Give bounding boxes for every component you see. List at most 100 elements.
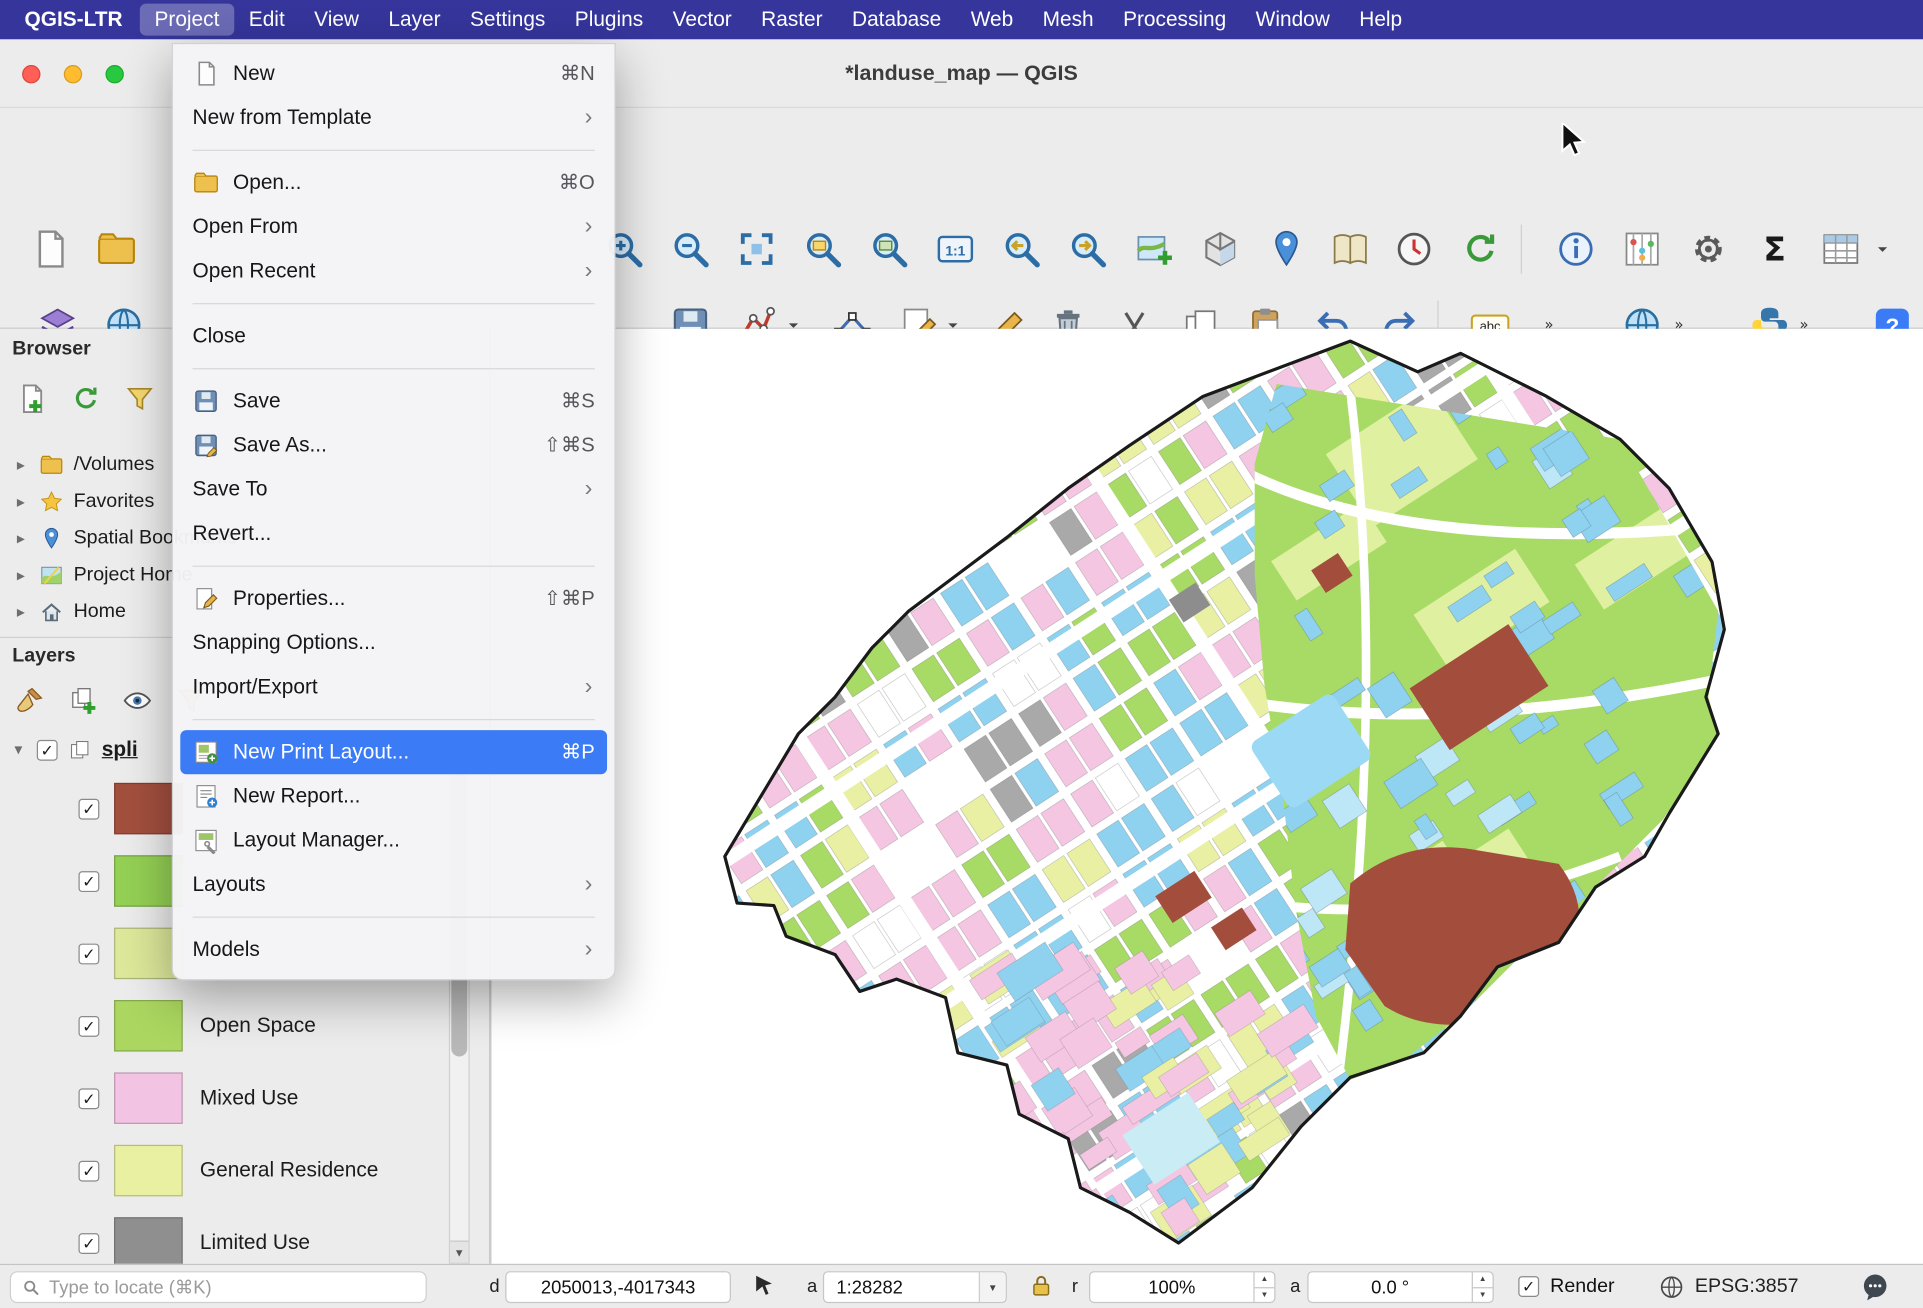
add-browser-connection-button[interactable] xyxy=(10,378,54,420)
zoom-native-resolution-button[interactable] xyxy=(927,221,983,277)
menu-item-new[interactable]: New⌘N xyxy=(180,52,607,96)
map-canvas[interactable] xyxy=(492,329,1923,1264)
menu-item-save[interactable]: Save⌘S xyxy=(180,379,607,423)
submenu-arrow-icon: › xyxy=(585,104,593,131)
new-spatial-bookmark-button[interactable] xyxy=(1258,221,1314,277)
floppy-as-icon xyxy=(193,431,222,460)
extents-tracking-icon[interactable] xyxy=(751,1272,778,1304)
browser-item-label: Favorites xyxy=(74,491,155,513)
open-layer-styling-button[interactable] xyxy=(7,680,51,722)
show-summary-sigma-button[interactable] xyxy=(1746,221,1802,277)
refresh-map-button[interactable] xyxy=(1452,221,1508,277)
menu-item-save-as[interactable]: Save As...⇧⌘S xyxy=(180,423,607,467)
messages-icon[interactable] xyxy=(1859,1271,1891,1308)
menu-item-models[interactable]: Models› xyxy=(180,928,607,972)
menu-project[interactable]: Project xyxy=(140,4,234,36)
menu-layer[interactable]: Layer xyxy=(374,4,456,36)
show-bookmarks-icon xyxy=(1329,228,1371,270)
menu-window[interactable]: Window xyxy=(1241,4,1345,36)
menu-database[interactable]: Database xyxy=(837,4,956,36)
manage-map-themes-button[interactable] xyxy=(115,680,159,722)
filter-browser-button[interactable] xyxy=(118,378,162,420)
expand-arrow-icon[interactable]: ▸ xyxy=(12,455,29,475)
options-button[interactable] xyxy=(1680,221,1736,277)
legend-checkbox[interactable]: ✓ xyxy=(78,1233,99,1254)
expand-arrow-icon[interactable]: ▸ xyxy=(12,529,29,549)
expand-arrow-icon[interactable]: ▸ xyxy=(12,492,29,512)
scrollbar-down-button[interactable]: ▼ xyxy=(450,1241,468,1263)
zoom-to-selection-button[interactable] xyxy=(795,221,851,277)
magnifier-input[interactable]: 100% ▲▼ xyxy=(1089,1271,1275,1303)
new-map-view-button[interactable] xyxy=(1126,221,1182,277)
magnifier-label: r xyxy=(1072,1276,1078,1297)
menu-vector[interactable]: Vector xyxy=(658,4,747,36)
crs-globe-icon[interactable] xyxy=(1658,1274,1685,1306)
stepper-buttons[interactable]: ▲▼ xyxy=(1253,1272,1274,1301)
landuse-map-image xyxy=(492,329,1923,1264)
menu-item-open[interactable]: Open...⌘O xyxy=(180,161,607,205)
legend-color-swatch xyxy=(114,1145,183,1197)
zoom-out-button[interactable] xyxy=(662,221,718,277)
menu-help[interactable]: Help xyxy=(1345,4,1417,36)
zoom-next-button[interactable] xyxy=(1060,221,1116,277)
refresh-browser-button[interactable] xyxy=(64,378,108,420)
attribute-table-dropdown-button[interactable] xyxy=(1869,221,1896,277)
app-menu[interactable]: QGIS-LTR xyxy=(10,4,137,36)
stepper-buttons[interactable]: ▲▼ xyxy=(1472,1272,1493,1301)
expand-arrow-icon[interactable]: ▾ xyxy=(10,740,27,760)
legend-checkbox[interactable]: ✓ xyxy=(78,943,99,964)
legend-checkbox[interactable]: ✓ xyxy=(78,871,99,892)
legend-checkbox[interactable]: ✓ xyxy=(78,1160,99,1181)
open-project-button[interactable] xyxy=(88,221,144,277)
scale-combobox[interactable]: 1:28282 ▼ xyxy=(823,1271,1007,1303)
menu-settings[interactable]: Settings xyxy=(455,4,560,36)
menu-item-shortcut: ⇧⌘P xyxy=(544,587,595,612)
menu-item-properties[interactable]: Properties...⇧⌘P xyxy=(180,577,607,621)
statistical-summary-button[interactable] xyxy=(1614,221,1670,277)
menu-view[interactable]: View xyxy=(299,4,373,36)
zoom-last-button[interactable] xyxy=(993,221,1049,277)
open-attribute-table-button[interactable] xyxy=(1813,221,1869,277)
menu-edit[interactable]: Edit xyxy=(234,4,299,36)
menu-item-close[interactable]: Close xyxy=(180,314,607,358)
legend-checkbox[interactable]: ✓ xyxy=(78,1015,99,1036)
lock-scale-icon[interactable] xyxy=(1028,1272,1055,1304)
temporal-controller-button[interactable] xyxy=(1386,221,1442,277)
legend-checkbox[interactable]: ✓ xyxy=(78,798,99,819)
expand-arrow-icon[interactable]: ▸ xyxy=(12,566,29,586)
menu-item-save-to[interactable]: Save To› xyxy=(180,467,607,511)
menu-item-import-export[interactable]: Import/Export› xyxy=(180,665,607,709)
render-checkbox[interactable]: ✓ xyxy=(1518,1276,1539,1297)
menu-web[interactable]: Web xyxy=(956,4,1028,36)
menu-processing[interactable]: Processing xyxy=(1108,4,1241,36)
menu-item-new-report[interactable]: New Report... xyxy=(180,774,607,818)
coordinate-input[interactable]: 2050013,-4017343 xyxy=(505,1271,731,1303)
menu-bar: QGIS-LTR ProjectEditViewLayerSettingsPlu… xyxy=(0,0,1923,39)
locator-search-input[interactable]: Type to locate (⌘K) xyxy=(10,1271,427,1303)
chevron-down-icon[interactable]: ▼ xyxy=(979,1272,1006,1301)
zoom-to-layer-button[interactable] xyxy=(861,221,917,277)
zoom-full-extent-button[interactable] xyxy=(728,221,784,277)
expand-arrow-icon[interactable]: ▸ xyxy=(12,602,29,622)
menu-item-snapping-options[interactable]: Snapping Options... xyxy=(180,621,607,665)
menu-mesh[interactable]: Mesh xyxy=(1028,4,1108,36)
identify-features-button[interactable] xyxy=(1548,221,1604,277)
rotation-input[interactable]: 0.0 ° ▲▼ xyxy=(1307,1271,1493,1303)
add-group-button[interactable] xyxy=(61,680,105,722)
menu-item-new-print-layout[interactable]: New Print Layout...⌘P xyxy=(180,730,607,774)
menu-item-new-from-template[interactable]: New from Template› xyxy=(180,96,607,140)
menu-item-layout-manager[interactable]: Layout Manager... xyxy=(180,818,607,862)
crs-status[interactable]: EPSG:3857 xyxy=(1695,1276,1799,1298)
menu-item-open-from[interactable]: Open From› xyxy=(180,205,607,249)
layer-group-checkbox[interactable]: ✓ xyxy=(37,739,58,760)
menu-item-revert[interactable]: Revert... xyxy=(180,512,607,556)
new-project-button[interactable] xyxy=(22,221,78,277)
menu-plugins[interactable]: Plugins xyxy=(560,4,658,36)
menu-item-layouts[interactable]: Layouts› xyxy=(180,863,607,907)
new-3d-map-view-button[interactable] xyxy=(1192,221,1248,277)
legend-checkbox[interactable]: ✓ xyxy=(78,1088,99,1109)
menu-raster[interactable]: Raster xyxy=(746,4,837,36)
menu-item-open-recent[interactable]: Open Recent› xyxy=(180,249,607,293)
menu-item-label: New xyxy=(233,61,275,86)
show-bookmarks-button[interactable] xyxy=(1322,221,1378,277)
